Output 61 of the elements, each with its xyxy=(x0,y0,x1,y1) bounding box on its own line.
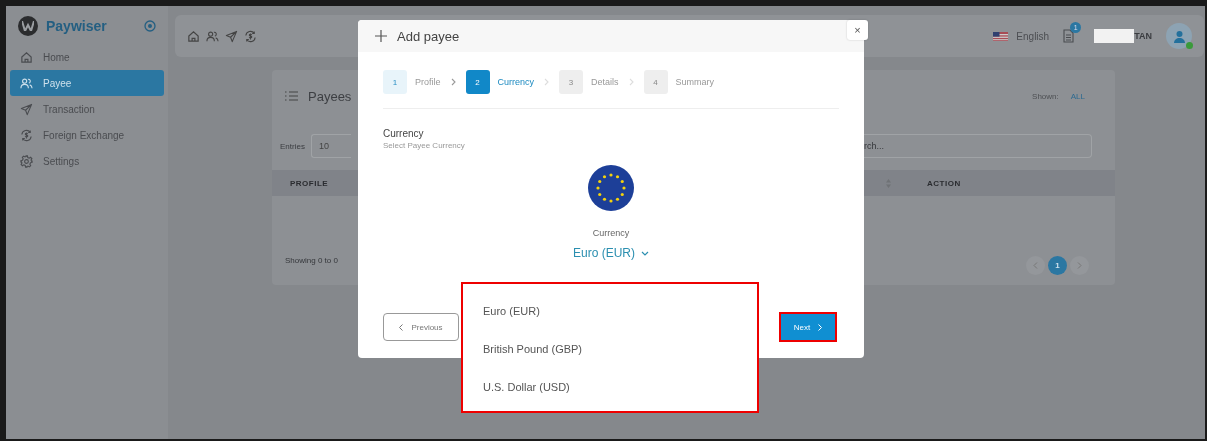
chevron-left-icon xyxy=(399,323,404,331)
chevron-icon xyxy=(450,78,456,86)
previous-button[interactable]: Previous xyxy=(383,313,459,341)
currency-select[interactable]: Euro (EUR) xyxy=(573,246,649,260)
step-number: 3 xyxy=(559,70,584,94)
target-icon[interactable] xyxy=(144,20,156,32)
chevron-icon xyxy=(544,78,550,86)
sidebar-item[interactable]: Home xyxy=(10,44,164,70)
dropdown-option[interactable]: U.S. Dollar (USD) xyxy=(463,368,757,406)
step-tab[interactable]: 1 Profile xyxy=(383,70,445,94)
redaction-block xyxy=(1094,29,1135,43)
language-selector[interactable]: English xyxy=(1016,30,1050,42)
entries-summary: Showing 0 to 0 xyxy=(284,255,339,265)
chevron-icon xyxy=(628,78,634,86)
exchange-icon xyxy=(20,128,33,142)
page-button[interactable]: 1 xyxy=(1048,256,1067,275)
brand-name: Paywiser xyxy=(46,18,108,34)
home-icon xyxy=(20,50,33,64)
users-icon xyxy=(20,76,33,90)
shown-filter[interactable]: ALL xyxy=(1070,91,1085,101)
send-icon xyxy=(225,29,238,43)
search-field[interactable]: rch... xyxy=(864,134,1092,158)
sidebar-item[interactable]: Foreign Exchange xyxy=(10,122,164,148)
step-tab[interactable]: 2 Currency xyxy=(465,70,539,94)
step-number: 1 xyxy=(383,70,407,94)
step-tab[interactable]: 4 Summary xyxy=(643,70,719,94)
step-tab[interactable]: 3 Details xyxy=(559,70,623,94)
dropdown-option[interactable]: Euro (EUR) xyxy=(463,292,757,330)
step-number: 4 xyxy=(643,70,668,94)
section-title: Currency xyxy=(383,128,425,139)
us-flag-icon xyxy=(993,31,1009,41)
exchange-icon xyxy=(244,29,257,43)
chevron-down-icon xyxy=(641,250,649,256)
card-title: Payees xyxy=(272,88,352,104)
dropdown-option[interactable]: British Pound (GBP) xyxy=(463,330,757,368)
avatar-icon[interactable] xyxy=(1166,23,1192,49)
sidebar-item[interactable]: Settings xyxy=(10,148,164,174)
users-icon xyxy=(206,29,219,43)
list-icon xyxy=(285,91,298,101)
next-button[interactable]: Next xyxy=(779,312,837,342)
step-number: 2 xyxy=(465,70,490,94)
section-hint: Select Payee Currency xyxy=(383,141,466,150)
document-icon[interactable] xyxy=(1063,29,1075,43)
field-label: Currency xyxy=(592,228,630,238)
column-header: ACTION xyxy=(927,178,961,188)
home-icon xyxy=(187,29,200,43)
logo-icon xyxy=(18,16,38,36)
entries-label: Entries xyxy=(279,141,305,151)
sidebar-item[interactable]: Transaction xyxy=(10,96,164,122)
settings-icon xyxy=(20,154,33,168)
chevron-right-icon xyxy=(818,323,823,331)
close-button[interactable]: × xyxy=(847,20,868,40)
sidebar-item[interactable]: Payee xyxy=(10,70,164,96)
dialog-title: Add payee xyxy=(397,28,460,44)
eu-flag-icon xyxy=(588,165,634,211)
column-header: PROFILE xyxy=(290,178,329,188)
shown-label: Shown: xyxy=(1032,91,1059,101)
plus-icon xyxy=(375,30,387,42)
send-icon xyxy=(20,102,33,116)
entries-select[interactable]: 10 xyxy=(310,134,351,158)
user-name: TAN xyxy=(1134,31,1152,41)
